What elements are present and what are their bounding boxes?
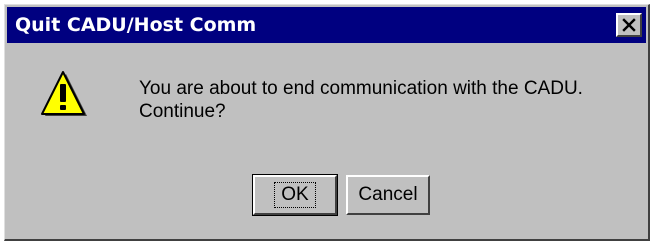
- window-title: Quit CADU/Host Comm: [15, 14, 257, 36]
- quit-dialog: Quit CADU/Host Comm You are about to end…: [4, 4, 650, 241]
- cancel-button-label: Cancel: [358, 184, 418, 205]
- dialog-message: You are about to end communication with …: [139, 77, 583, 123]
- ok-button-label: OK: [274, 182, 316, 208]
- ok-button[interactable]: OK: [252, 174, 338, 216]
- message-line-1: You are about to end communication with …: [139, 78, 583, 99]
- close-button[interactable]: [616, 13, 642, 37]
- cancel-button[interactable]: Cancel: [346, 175, 430, 215]
- close-icon: [622, 18, 636, 32]
- message-line-2: Continue?: [139, 101, 226, 122]
- warning-icon: [39, 70, 89, 120]
- title-bar[interactable]: Quit CADU/Host Comm: [7, 7, 646, 43]
